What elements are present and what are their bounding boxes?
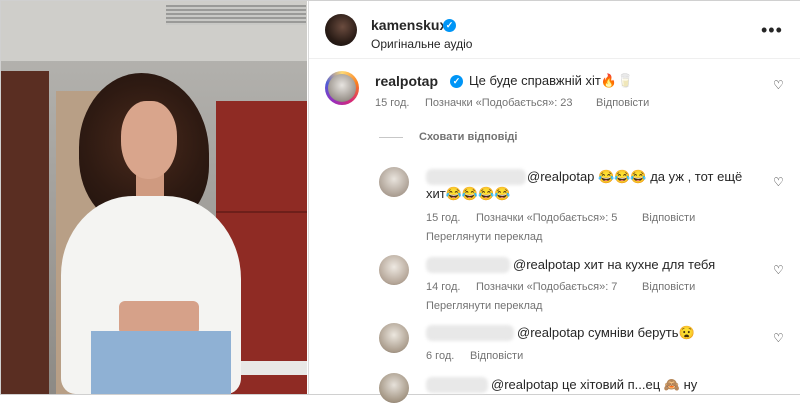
commenter-avatar[interactable]: [325, 71, 359, 105]
cabinet-divider: [216, 211, 307, 213]
verified-badge-icon: ✓: [450, 75, 463, 88]
hide-replies-line: [379, 137, 403, 138]
reply-text: @realpotap 😂😂😂 да уж , тот ещё: [527, 169, 743, 184]
reply-avatar[interactable]: [379, 323, 409, 353]
reply-avatar[interactable]: [379, 373, 409, 403]
blurred-username: [426, 257, 510, 273]
blurred-username: [426, 377, 488, 393]
reply-time: 14 год.: [426, 281, 461, 293]
comment-username[interactable]: realpotap: [375, 73, 438, 89]
reply-likes[interactable]: Позначки «Подобається»: 7: [476, 281, 617, 293]
like-heart-icon[interactable]: ♡: [773, 331, 784, 345]
white-shelf: [233, 361, 307, 375]
audio-label[interactable]: Оригінальне аудіо: [371, 37, 472, 51]
dark-door: [1, 71, 49, 394]
comment-time: 15 год.: [375, 97, 410, 109]
reply-reply-button[interactable]: Відповісти: [642, 281, 695, 293]
more-options-icon[interactable]: •••: [761, 21, 783, 39]
like-heart-icon[interactable]: ♡: [773, 175, 784, 189]
reply-text-continued: хит😂😂😂😂: [426, 186, 511, 201]
author-avatar[interactable]: [325, 14, 357, 46]
comments-panel: kamenskux ✓ Оригінальне аудіо ••• realpo…: [308, 1, 800, 403]
see-translation-button[interactable]: Переглянути переклад: [426, 300, 542, 312]
hide-replies-button[interactable]: Сховати відповіді: [419, 131, 517, 143]
air-vent: [166, 5, 306, 25]
reply-reply-button[interactable]: Відповісти: [642, 212, 695, 224]
reply-text: @realpotap це хітовий п...ец 🙈 ну: [491, 377, 698, 392]
verified-badge-icon: ✓: [443, 19, 456, 32]
reply-avatar[interactable]: [379, 255, 409, 285]
reply-avatar[interactable]: [379, 167, 409, 197]
like-heart-icon[interactable]: ♡: [773, 78, 784, 92]
post-header: kamenskux ✓ Оригінальне аудіо •••: [309, 1, 800, 59]
blurred-username: [426, 169, 526, 185]
see-translation-button[interactable]: Переглянути переклад: [426, 231, 542, 243]
reel-video[interactable]: [1, 1, 307, 394]
comment-reply-button[interactable]: Відповісти: [596, 97, 649, 109]
comment-likes[interactable]: Позначки «Подобається»: 23: [425, 97, 573, 109]
reply-likes[interactable]: Позначки «Подобається»: 5: [476, 212, 617, 224]
comment-text: Це буде справжній хіт🔥🥛: [469, 73, 634, 88]
person-face: [121, 101, 177, 179]
like-heart-icon[interactable]: ♡: [773, 263, 784, 277]
person-jeans: [91, 331, 231, 394]
reply-text: @realpotap хит на кухне для тебя: [513, 257, 716, 272]
reply-text: @realpotap сумніви беруть😧: [517, 325, 695, 340]
commenter-avatar-image: [328, 74, 356, 102]
author-username[interactable]: kamenskux: [371, 17, 447, 33]
blurred-username: [426, 325, 514, 341]
reply-time: 15 год.: [426, 212, 461, 224]
reply-time: 6 год.: [426, 350, 455, 362]
reply-reply-button[interactable]: Відповісти: [470, 350, 523, 362]
person-midriff: [119, 301, 199, 335]
